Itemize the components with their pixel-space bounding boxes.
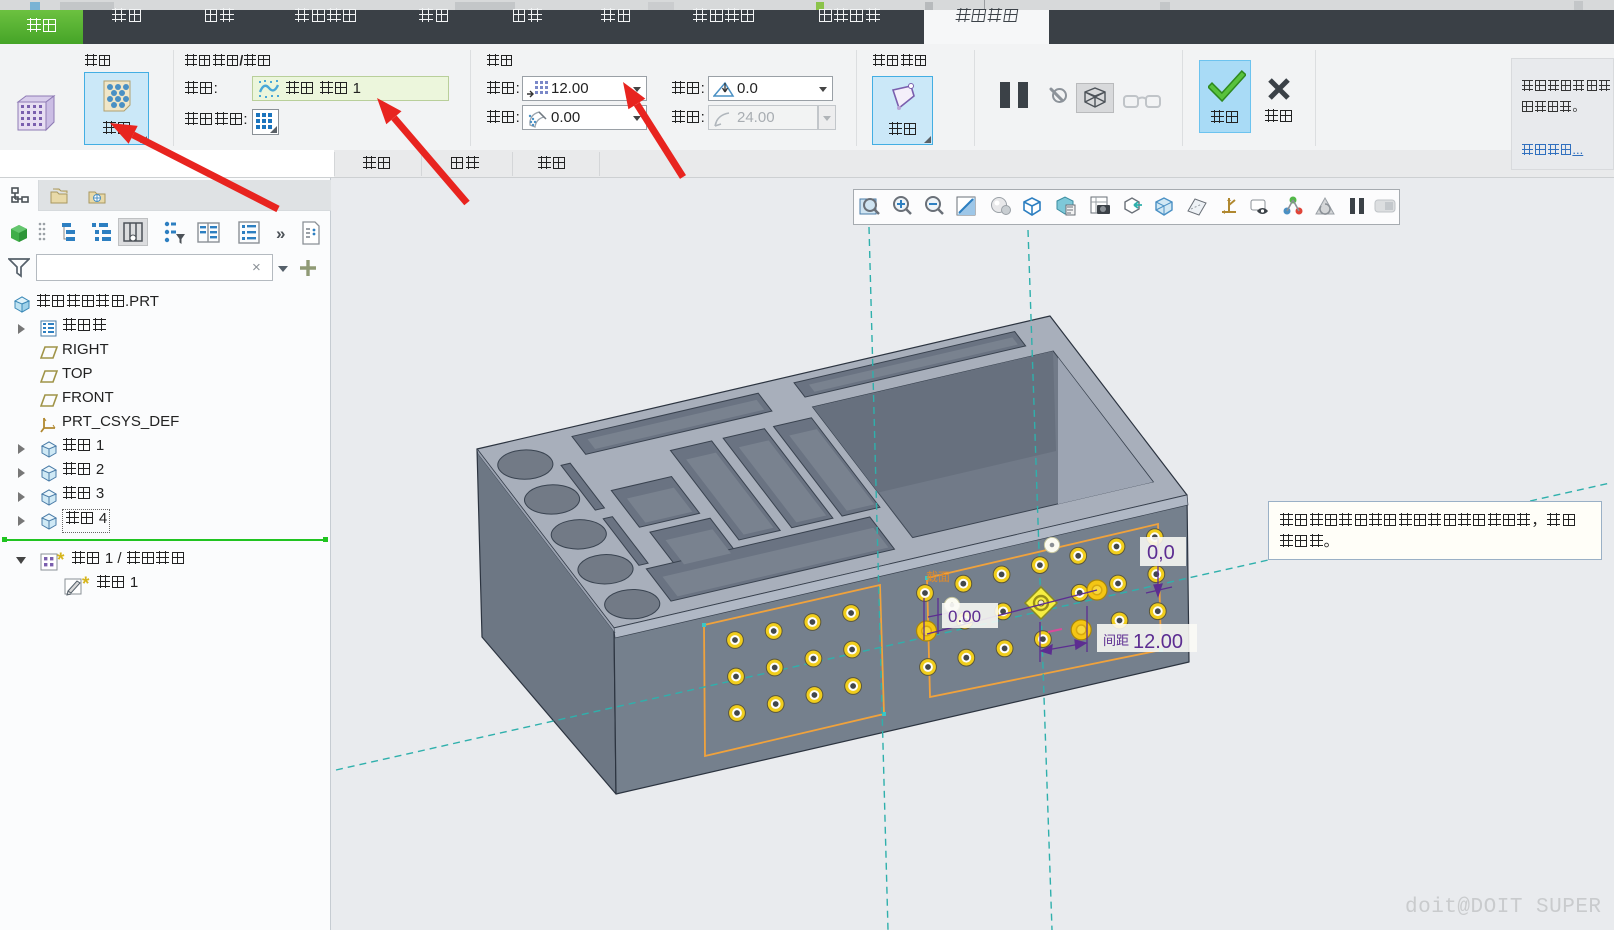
svg-text:间距: 间距 [1103, 633, 1129, 648]
svg-text:12.00: 12.00 [1133, 631, 1183, 653]
svg-text:截面: 截面 [926, 570, 950, 584]
svg-text:0,0: 0,0 [1147, 542, 1175, 564]
svg-text:0.00: 0.00 [948, 607, 981, 626]
